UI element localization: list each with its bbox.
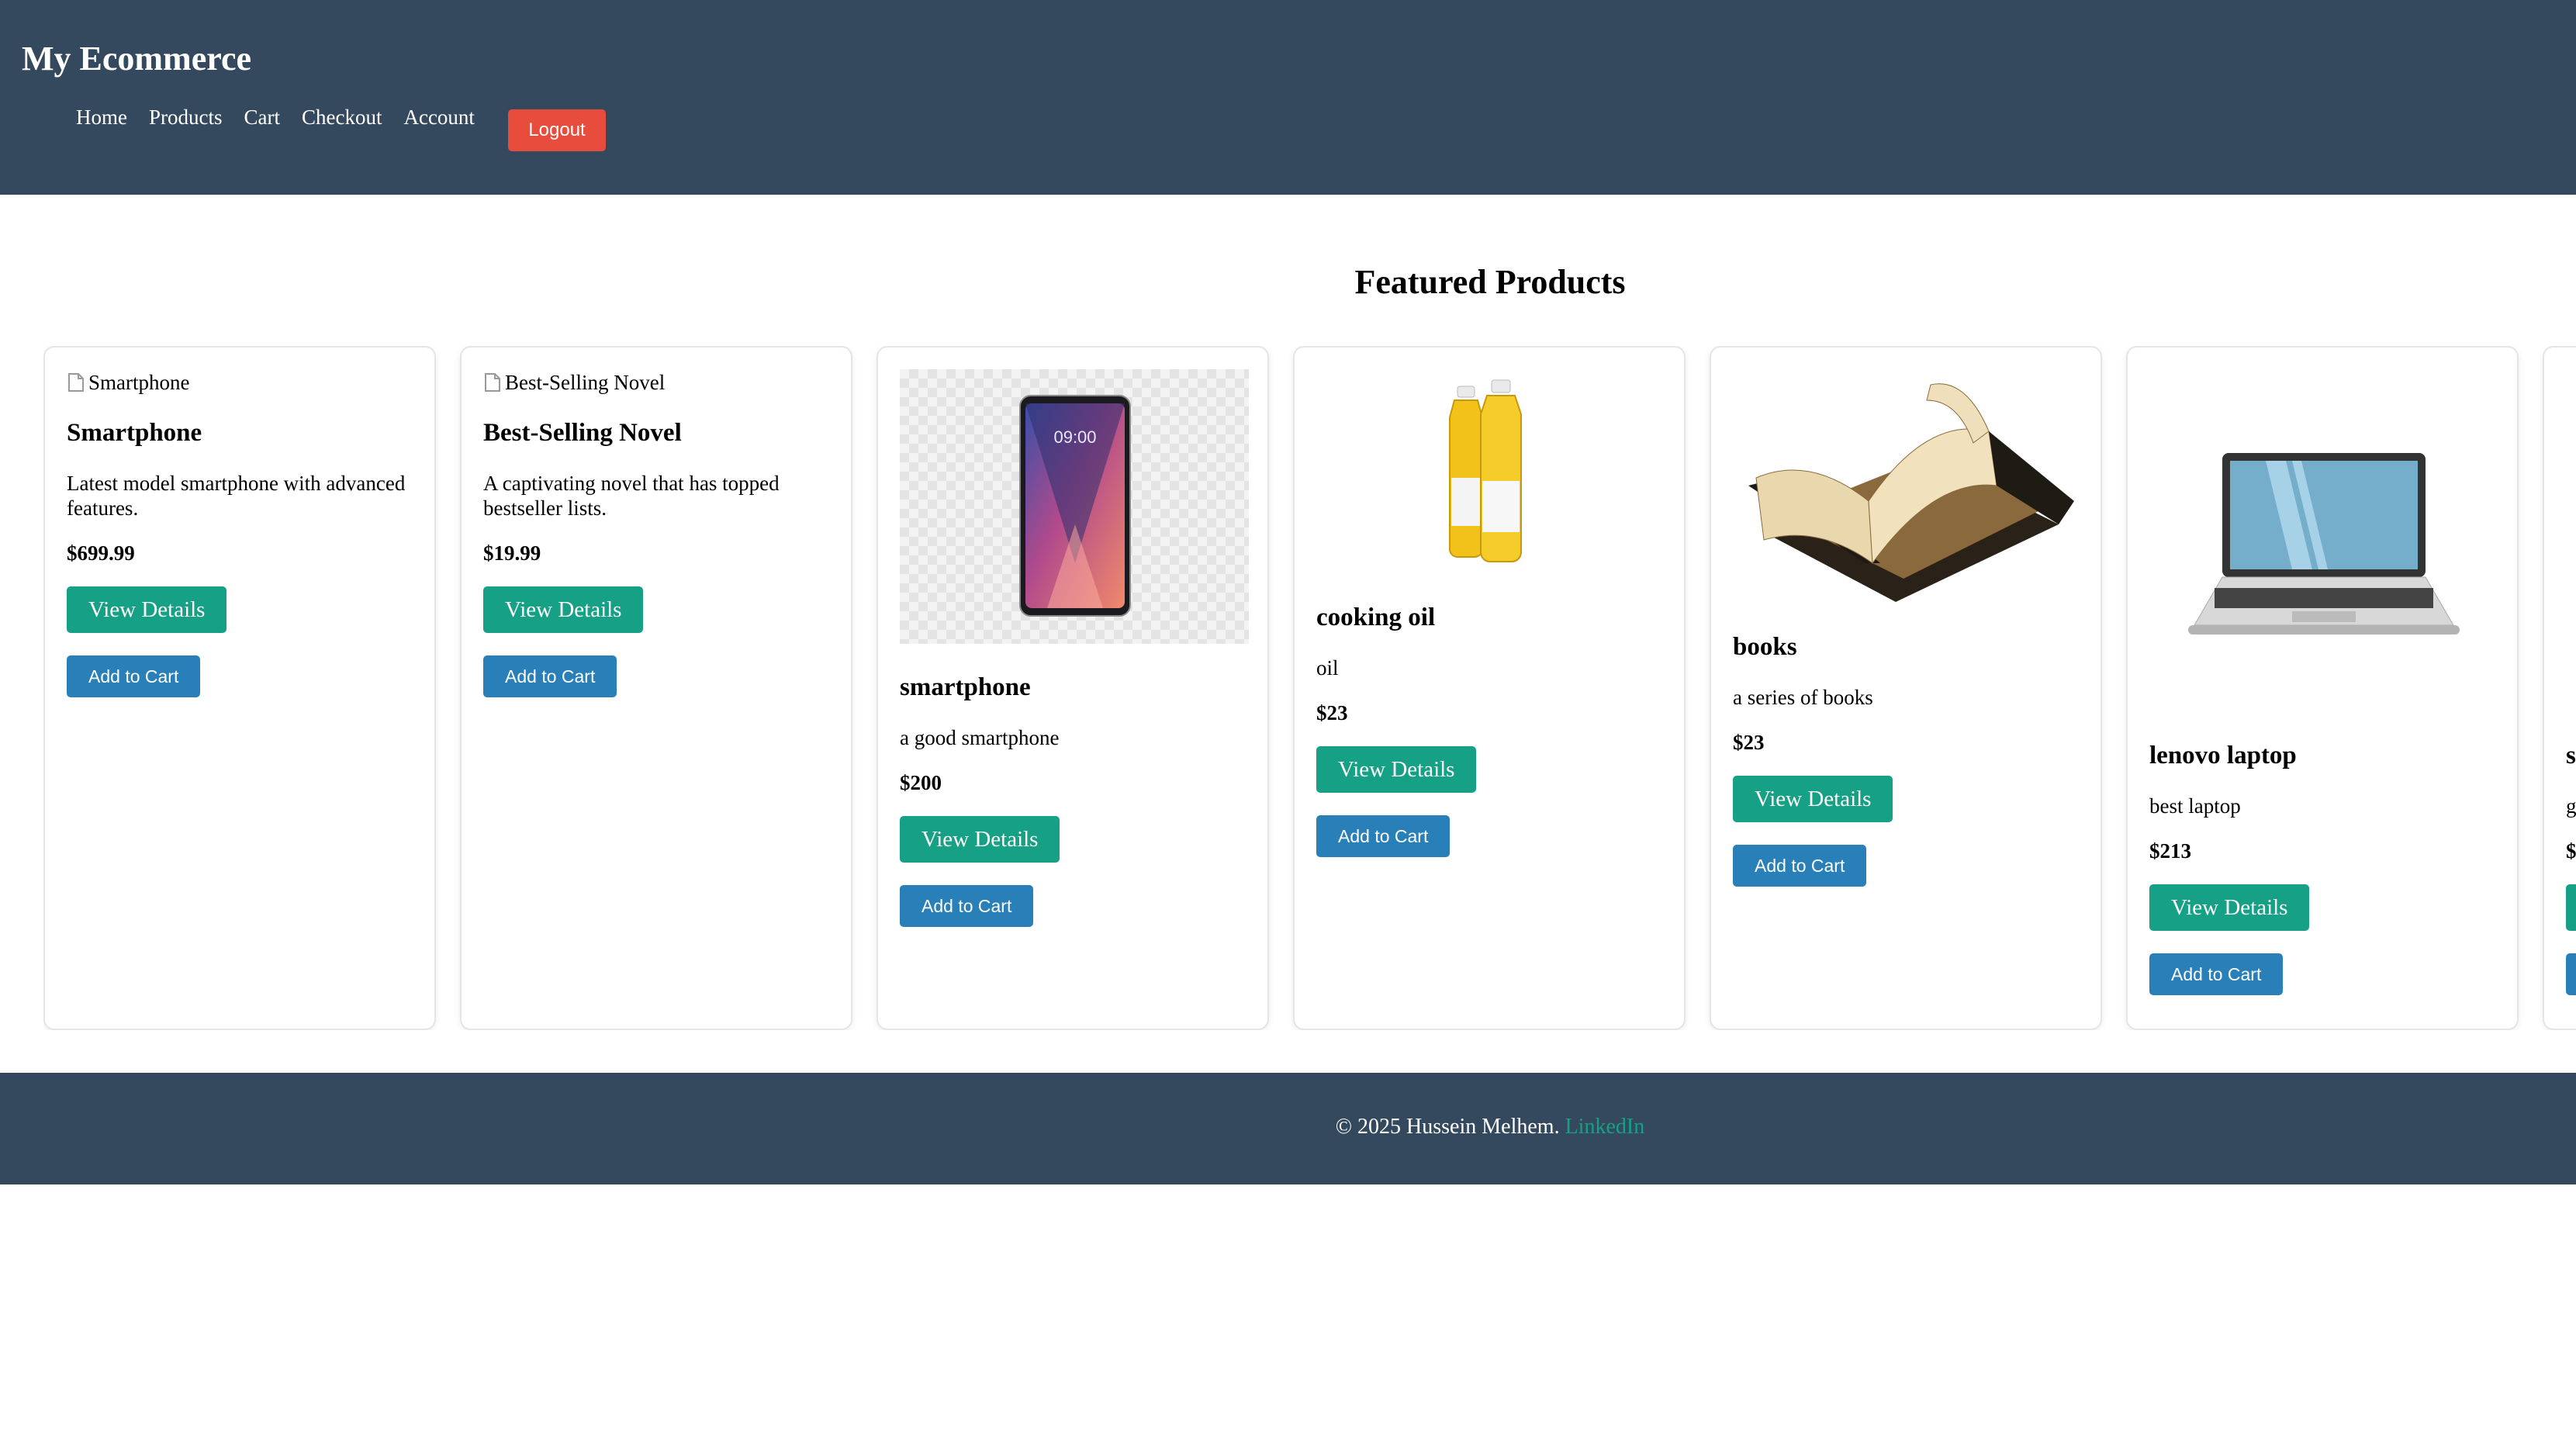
add-to-cart-button[interactable]: Add to Cart: [1733, 845, 1867, 887]
logout-button[interactable]: Logout: [508, 109, 606, 151]
product-image-alt: Smartphone: [88, 370, 190, 394]
product-name: Best-Selling Novel: [483, 419, 682, 447]
product-name: cooking oil: [1316, 603, 1436, 631]
add-to-cart-button[interactable]: Add to Cart: [900, 885, 1034, 927]
product-price: $699.99: [67, 541, 135, 565]
product-card: books a series of books $23 View Details…: [1710, 346, 2102, 1030]
product-description: Latest model smartphone with advanced fe…: [67, 472, 406, 520]
books-image: [1733, 369, 2082, 610]
product-grid: Smartphone Smartphone Latest model smart…: [43, 346, 2576, 1030]
nav-checkout[interactable]: Checkout: [302, 105, 382, 130]
nav-home[interactable]: Home: [76, 105, 127, 130]
main-nav: Home Products Cart Checkout Account: [76, 105, 496, 130]
product-description: A captivating novel that has topped best…: [483, 472, 780, 520]
view-details-button[interactable]: View Details: [483, 586, 644, 633]
product-name: lenovo laptop: [2149, 742, 2297, 769]
site-footer: © 2025 Hussein Melhem. LinkedIn: [0, 1073, 2576, 1184]
svg-text:09:00: 09:00: [1053, 427, 1096, 447]
product-card: 09:00 smartphone a good smartphone $200 …: [877, 346, 1269, 1030]
product-description: g: [2566, 794, 2576, 818]
broken-image-icon: Smartphone: [67, 369, 416, 396]
product-price: $213: [2149, 839, 2191, 863]
product-card: cooking oil oil $23 View Details Add to …: [1293, 346, 1686, 1030]
product-name: s: [2566, 742, 2576, 769]
add-to-cart-button[interactable]: [2566, 953, 2576, 995]
product-description: oil: [1316, 656, 1339, 680]
product-name: Smartphone: [67, 419, 202, 447]
add-to-cart-button[interactable]: Add to Cart: [2149, 953, 2284, 995]
laptop-image: [2149, 369, 2498, 718]
view-details-button[interactable]: View Details: [1316, 746, 1477, 793]
add-to-cart-button[interactable]: Add to Cart: [1316, 815, 1451, 857]
smartphone-image: 09:00: [900, 369, 1249, 644]
site-brand: My Ecommerce: [22, 40, 252, 78]
product-description: a series of books: [1733, 686, 1873, 709]
product-card: Best-Selling Novel Best-Selling Novel A …: [460, 346, 852, 1030]
site-header: My Ecommerce Home Products Cart Checkout…: [0, 0, 2576, 195]
add-to-cart-button[interactable]: Add to Cart: [483, 655, 617, 697]
product-price: $200: [900, 771, 942, 794]
view-details-button[interactable]: View Details: [67, 586, 227, 633]
product-card: lenovo laptop best laptop $213 View Deta…: [2126, 346, 2519, 1030]
nav-products[interactable]: Products: [149, 105, 223, 130]
broken-image-icon: Best-Selling Novel: [483, 369, 832, 396]
product-description: a good smartphone: [900, 726, 1060, 749]
footer-copyright: © 2025 Hussein Melhem.: [1335, 1115, 1560, 1139]
product-name: books: [1733, 633, 1797, 661]
linkedin-link[interactable]: LinkedIn: [1565, 1115, 1645, 1139]
featured-products-title: Featured Products: [1354, 263, 1626, 301]
cooking-oil-image: [1316, 369, 1665, 580]
footer-text: © 2025 Hussein Melhem. LinkedIn: [0, 1115, 2576, 1139]
product-image-alt: Best-Selling Novel: [505, 370, 666, 394]
product-price: $23: [1316, 701, 1348, 724]
view-details-button[interactable]: View Details: [900, 816, 1060, 863]
add-to-cart-button[interactable]: Add to Cart: [67, 655, 201, 697]
product-card: s g $: [2543, 346, 2576, 1030]
product-description: best laptop: [2149, 794, 2241, 818]
product-price: $: [2566, 839, 2576, 863]
product-card: Smartphone Smartphone Latest model smart…: [43, 346, 436, 1030]
view-details-button[interactable]: [2566, 884, 2576, 931]
view-details-button[interactable]: View Details: [1733, 776, 1893, 822]
product-image: [2566, 369, 2576, 718]
product-price: $19.99: [483, 541, 541, 565]
nav-cart[interactable]: Cart: [244, 105, 280, 130]
nav-account[interactable]: Account: [403, 105, 474, 130]
view-details-button[interactable]: View Details: [2149, 884, 2310, 931]
product-price: $23: [1733, 731, 1765, 754]
product-name: smartphone: [900, 673, 1031, 701]
